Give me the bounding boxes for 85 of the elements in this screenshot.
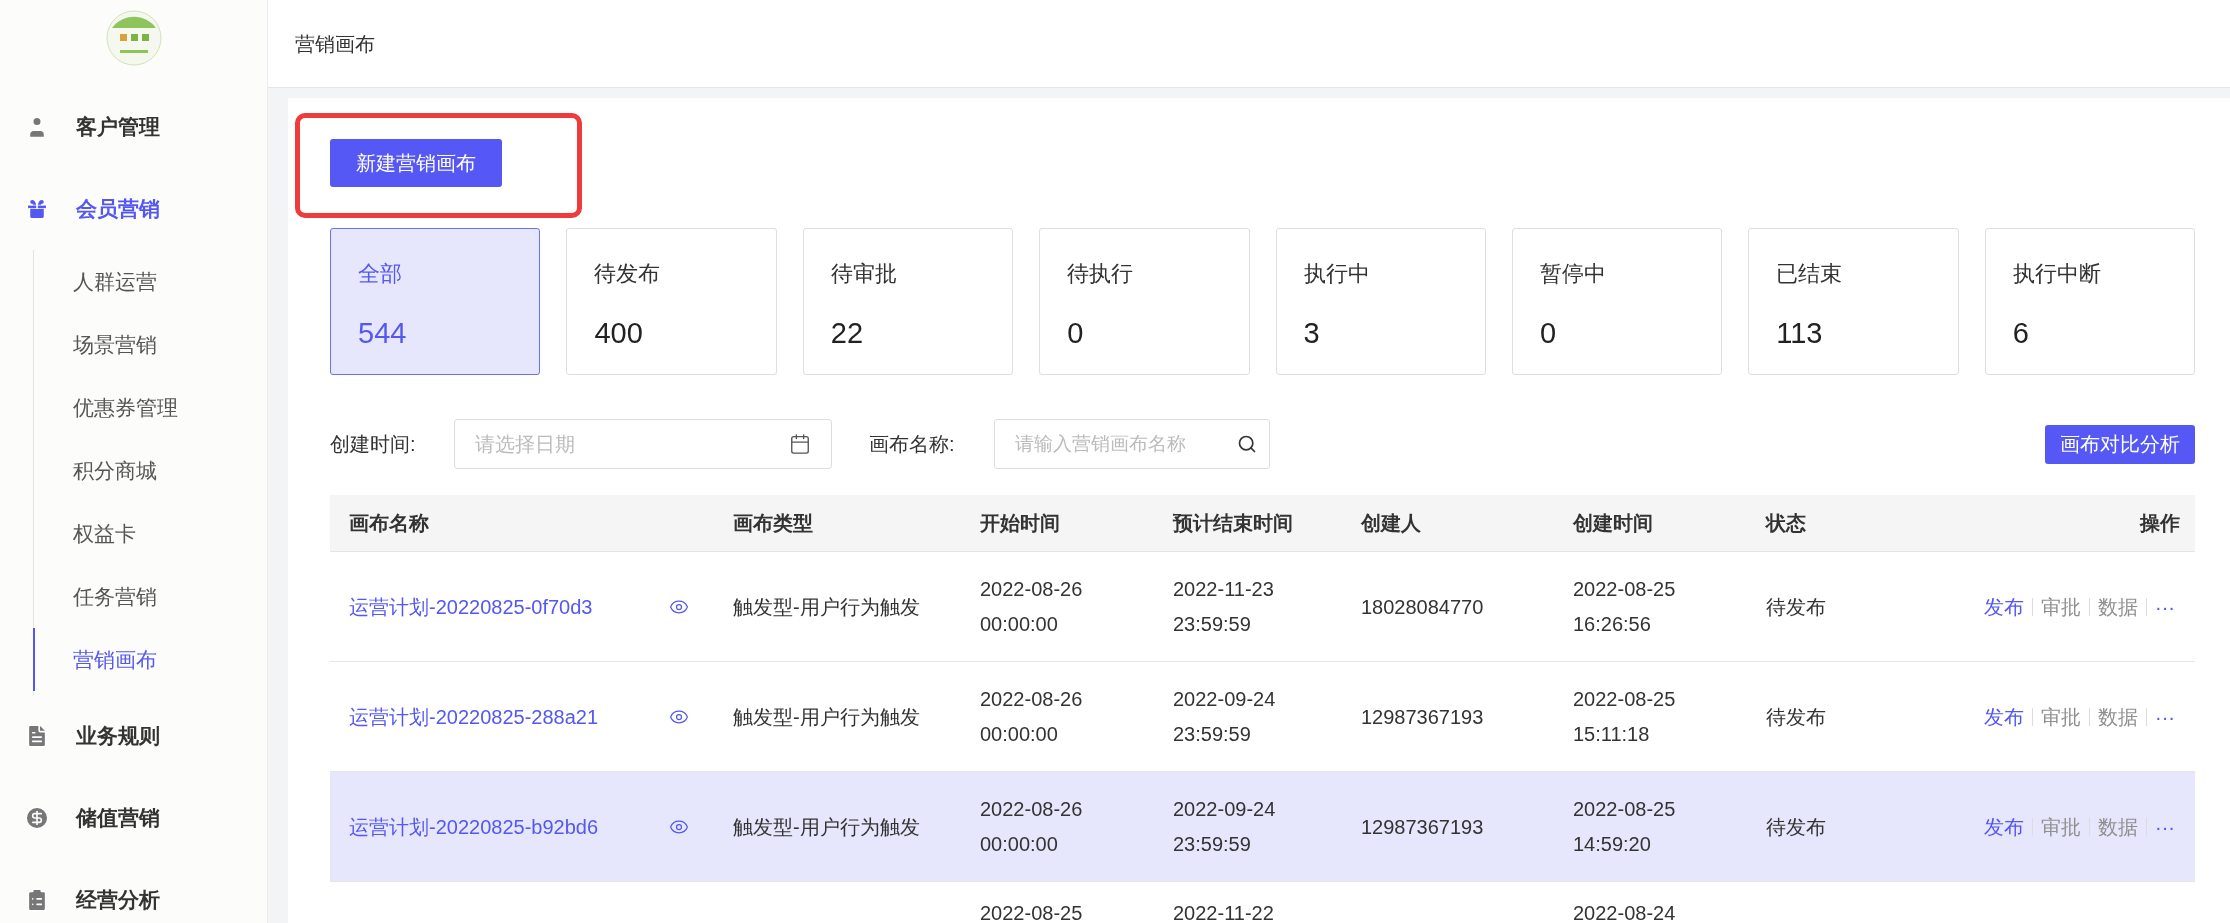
status-label: 待执行 xyxy=(1067,260,1135,288)
created-time: 2022-08-25 15:11:18 xyxy=(1573,686,1677,747)
search-icon xyxy=(1237,434,1257,454)
sidebar-item[interactable]: 经营分析 xyxy=(0,859,267,923)
submenu-item[interactable]: 权益卡 xyxy=(33,502,267,565)
status-card[interactable]: 暂停中 0 xyxy=(1511,228,1723,375)
sidebar-item[interactable]: 客户管理 xyxy=(0,86,267,168)
status-label: 执行中断 xyxy=(2012,260,2102,288)
calendar-icon xyxy=(789,433,811,455)
created-time: 2022-08-25 14:59:20 xyxy=(1573,796,1677,857)
table-cell: 触发型-用户行为触发 xyxy=(733,815,920,838)
filter-label: 画布名称: xyxy=(869,432,956,457)
column-header: 预计结束时间 xyxy=(1173,512,1293,534)
status-label: 待审批 xyxy=(830,260,898,288)
status-label: 暂停中 xyxy=(1539,260,1607,288)
sidebar-item[interactable]: 会员营销 xyxy=(0,168,267,250)
submenu-item[interactable]: 场景营销 xyxy=(33,313,267,376)
created-time: 2022-08-25 16:26:56 xyxy=(1573,576,1677,637)
table-cell: 12987367193 xyxy=(1361,815,1484,838)
status-label: 全部 xyxy=(358,260,403,288)
status-card[interactable]: 待执行 0 xyxy=(1039,228,1250,375)
status-card[interactable]: 执行中断 6 xyxy=(1984,228,2195,375)
date-placeholder: 请选择日期 xyxy=(475,432,575,457)
status-card[interactable]: 待发布 400 xyxy=(566,228,777,375)
status-text: 待发布 xyxy=(1766,705,1826,728)
start-time: 2022-08-26 00:00:00 xyxy=(980,576,1084,637)
logo-icon xyxy=(105,10,162,66)
status-count: 3 xyxy=(1303,316,1321,351)
end-time: 2022-11-22 xyxy=(1173,901,1275,923)
status-label: 执行中 xyxy=(1303,260,1371,288)
end-time: 2022-09-24 23:59:59 xyxy=(1173,686,1277,747)
status-count: 544 xyxy=(358,316,408,351)
start-time: 2022-08-26 00:00:00 xyxy=(980,686,1084,747)
name-placeholder: 请输入营销画布名称 xyxy=(1015,431,1186,456)
page-title: 营销画布 xyxy=(295,31,375,57)
column-header: 创建人 xyxy=(1361,512,1421,534)
column-header: 创建时间 xyxy=(1573,512,1653,534)
column-header: 画布名称 xyxy=(349,512,429,534)
sidebar-item[interactable]: 业务规则 xyxy=(0,695,267,777)
table-cell: 触发型-用户行为触发 xyxy=(733,595,920,618)
submenu-item[interactable]: 优惠券管理 xyxy=(33,376,267,439)
canvas-name-link[interactable]: 运营计划-20220825-b92bd6 xyxy=(349,811,669,842)
action-link[interactable]: 发布 xyxy=(1984,701,2024,732)
column-header: 画布类型 xyxy=(733,512,813,534)
action-link[interactable]: 发布 xyxy=(1984,591,2024,622)
end-time: 2022-11-23 23:59:59 xyxy=(1173,576,1275,637)
column-header: 操作 xyxy=(2140,512,2180,534)
status-text: 待发布 xyxy=(1766,815,1826,838)
action-link[interactable]: 发布 xyxy=(1984,811,2024,842)
start-time: 2022-08-25 xyxy=(980,901,1084,923)
column-header: 开始时间 xyxy=(980,512,1060,534)
table-cell: 18028084770 xyxy=(1361,595,1484,618)
action-link[interactable]: ··· xyxy=(2155,701,2175,732)
status-text: 待发布 xyxy=(1766,595,1826,618)
status-count: 6 xyxy=(2012,316,2030,351)
created-time: 2022-08-24 xyxy=(1573,901,1677,923)
status-count: 22 xyxy=(830,316,864,351)
canvas-name-link[interactable]: 运营计划-20220825-288a21 xyxy=(349,701,669,732)
action-link[interactable]: ··· xyxy=(2155,591,2175,622)
submenu-item[interactable]: 营销画布 xyxy=(33,628,267,691)
status-card[interactable]: 全部 544 xyxy=(330,228,541,375)
table-cell: 12987367193 xyxy=(1361,705,1484,728)
menu-icon xyxy=(24,805,50,831)
status-count: 0 xyxy=(1539,316,1557,351)
status-card[interactable]: 执行中 3 xyxy=(1275,228,1486,375)
canvas-name-link[interactable]: 运营计划-20220825-0f70d3 xyxy=(349,591,669,622)
table-cell: 触发型-用户行为触发 xyxy=(733,705,920,728)
status-label: 待发布 xyxy=(594,260,662,288)
start-time: 2022-08-26 00:00:00 xyxy=(980,796,1084,857)
status-count: 113 xyxy=(1776,316,1824,351)
end-time: 2022-09-24 23:59:59 xyxy=(1173,796,1277,857)
submenu-item[interactable]: 任务营销 xyxy=(33,565,267,628)
action-link[interactable]: ··· xyxy=(2155,811,2175,842)
compare-button[interactable]: 画布对比分析 xyxy=(2045,424,2195,464)
status-label: 已结束 xyxy=(1776,260,1844,288)
status-card[interactable]: 待审批 22 xyxy=(802,228,1014,375)
submenu-item[interactable]: 人群运营 xyxy=(33,250,267,313)
sidebar-item[interactable]: 储值营销 xyxy=(0,777,267,859)
filter-label: 创建时间: xyxy=(330,432,417,457)
submenu-item[interactable]: 积分商城 xyxy=(33,439,267,502)
new-canvas-button[interactable]: 新建营销画布 xyxy=(330,139,502,187)
status-count: 0 xyxy=(1067,316,1085,351)
status-count: 400 xyxy=(594,316,644,351)
status-card[interactable]: 已结束 113 xyxy=(1748,228,1959,375)
column-header: 状态 xyxy=(1766,512,1806,534)
